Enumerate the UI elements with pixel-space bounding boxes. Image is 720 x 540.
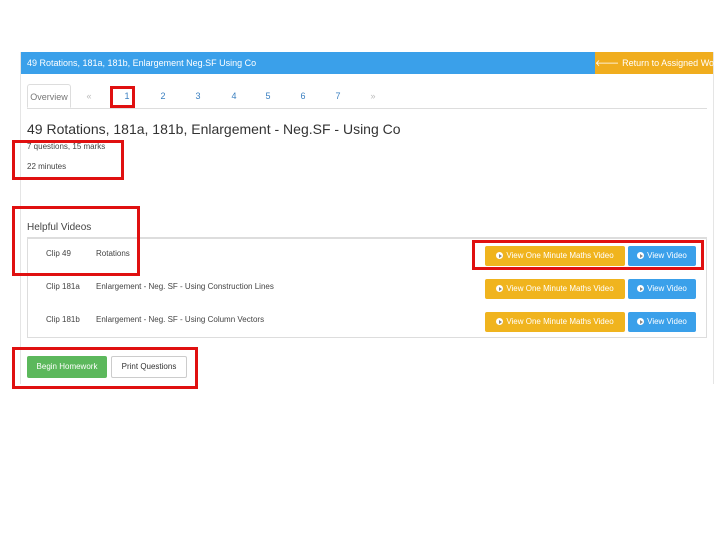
omm-label: View One Minute Maths Video <box>506 284 614 293</box>
arrow-left-icon: 🡐 <box>595 58 620 68</box>
highlight-box <box>12 206 140 276</box>
return-label: Return to Assigned Work <box>622 58 720 68</box>
tab-question-3[interactable]: 3 <box>190 84 206 108</box>
highlight-box <box>12 140 124 180</box>
view-label: View Video <box>647 284 687 293</box>
highlight-box <box>110 86 135 108</box>
view-label: View Video <box>647 317 687 326</box>
tab-question-7[interactable]: 7 <box>330 84 346 108</box>
clip-number: Clip 181a <box>46 282 80 291</box>
one-minute-maths-video-button[interactable]: View One Minute Maths Video <box>485 279 625 299</box>
tab-next[interactable]: » <box>365 84 381 108</box>
play-icon <box>496 318 504 325</box>
tab-question-4[interactable]: 4 <box>226 84 242 108</box>
assignment-title: 49 Rotations, 181a, 181b, Enlargement - … <box>27 121 401 137</box>
view-video-button[interactable]: View Video <box>628 279 696 299</box>
clip-description: Enlargement - Neg. SF - Using Constructi… <box>96 282 274 291</box>
return-to-assigned-work-button[interactable]: 🡐 Return to Assigned Work <box>595 52 720 74</box>
play-icon <box>496 285 504 292</box>
video-row: Clip 181b Enlargement - Neg. SF - Using … <box>28 305 706 338</box>
assignment-header-bar: 49 Rotations, 181a, 181b, Enlargement Ne… <box>21 52 595 74</box>
tab-overview[interactable]: Overview <box>27 84 71 108</box>
video-row: Clip 181a Enlargement - Neg. SF - Using … <box>28 272 706 305</box>
tab-question-2[interactable]: 2 <box>155 84 171 108</box>
tab-prev[interactable]: « <box>81 84 97 108</box>
one-minute-maths-video-button[interactable]: View One Minute Maths Video <box>485 312 625 332</box>
highlight-box <box>12 347 198 389</box>
view-video-button[interactable]: View Video <box>628 312 696 332</box>
tab-question-6[interactable]: 6 <box>295 84 311 108</box>
omm-label: View One Minute Maths Video <box>506 317 614 326</box>
play-icon <box>637 285 645 292</box>
play-icon <box>637 318 645 325</box>
tab-question-5[interactable]: 5 <box>260 84 276 108</box>
clip-number: Clip 181b <box>46 315 80 324</box>
highlight-box <box>472 240 704 270</box>
clip-description: Enlargement - Neg. SF - Using Column Vec… <box>96 315 265 324</box>
